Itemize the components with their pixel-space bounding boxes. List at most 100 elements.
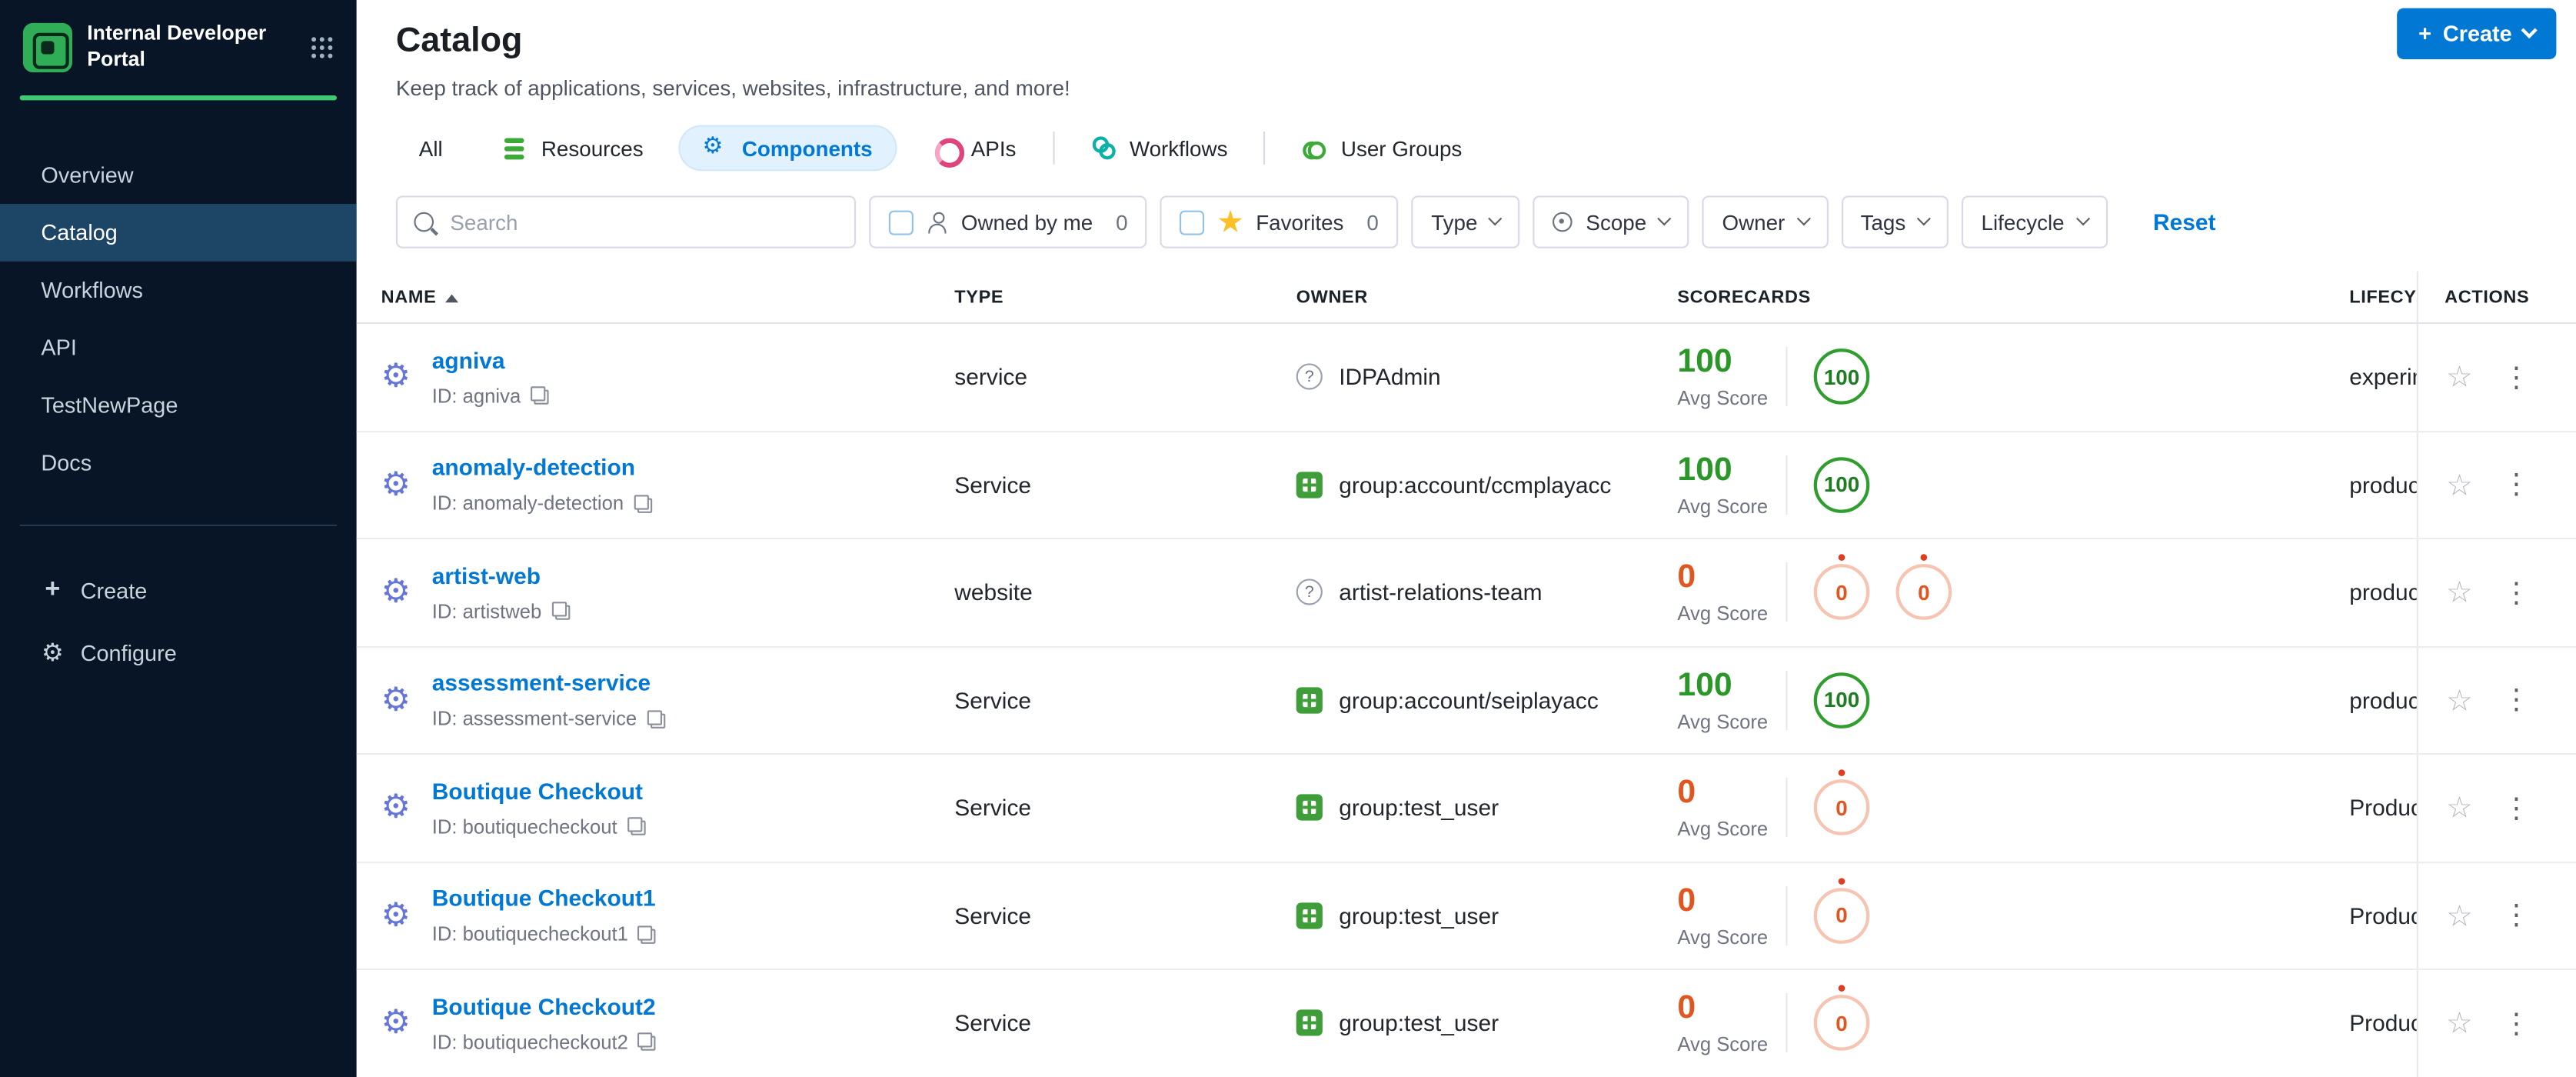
component-name-link[interactable]: Boutique Checkout (432, 777, 643, 803)
favorite-star-icon[interactable]: ☆ (2446, 470, 2472, 499)
tab[interactable]: APIs (909, 127, 1040, 170)
name-block: artist-web ID: artistweb (431, 562, 570, 623)
kebab-menu-icon[interactable]: ⋮ (2502, 686, 2530, 714)
component-name-link[interactable]: artist-web (432, 562, 541, 588)
sidebar-item[interactable]: TestNewPage (0, 377, 357, 435)
component-name-link[interactable]: anomaly-detection (432, 454, 635, 480)
avg-score-block: 100 Avg Score (1677, 667, 1779, 732)
tab[interactable] (1263, 131, 1266, 165)
create-button-label: Create (2442, 21, 2512, 46)
sidebar-configure-button[interactable]: ⚙ Configure (0, 622, 357, 684)
column-header-scorecards[interactable]: SCORECARDS (1677, 272, 2349, 322)
filter-dropdown[interactable]: Scope (1533, 195, 1689, 248)
sidebar-configure-label: Configure (80, 641, 177, 666)
main-content: Catalog Keep track of applications, serv… (356, 0, 2576, 1077)
scorecards-cell: 0 Avg Score 0 (1677, 877, 2349, 949)
score-divider (1786, 885, 1788, 945)
apps-grid-icon[interactable] (311, 35, 334, 58)
reset-filters-button[interactable]: Reset (2143, 207, 2225, 236)
plus-icon: + (2418, 21, 2431, 46)
favorite-star-icon[interactable]: ☆ (2446, 362, 2472, 392)
copy-icon[interactable] (551, 602, 570, 621)
tab[interactable]: All (396, 128, 466, 168)
copy-icon[interactable] (647, 709, 665, 729)
avg-score-block: 0 Avg Score (1677, 882, 1779, 948)
alert-dot (1838, 554, 1845, 562)
owner-icon (1296, 363, 1323, 391)
column-header-name[interactable]: NAME (381, 272, 955, 322)
component-name-link[interactable]: Boutique Checkout1 (432, 885, 656, 911)
brand-underline (19, 95, 337, 101)
component-name-link[interactable]: agniva (432, 346, 505, 372)
component-id: ID: assessment-service (431, 707, 637, 731)
tab[interactable]: User Groups (1279, 127, 1486, 170)
owned-by-me-filter[interactable]: Owned by me 0 (869, 195, 1148, 248)
person-icon (927, 211, 948, 233)
kebab-menu-icon[interactable]: ⋮ (2502, 471, 2530, 498)
favorites-checkbox[interactable] (1180, 209, 1205, 235)
avg-score-label: Avg Score (1677, 602, 1769, 625)
sidebar-item[interactable]: API (0, 319, 357, 377)
owner-name: group:test_user (1339, 1009, 1499, 1037)
copy-icon[interactable] (627, 817, 645, 836)
favorite-star-icon[interactable]: ☆ (2446, 901, 2472, 930)
sidebar-item[interactable]: Catalog (0, 204, 357, 262)
copy-icon[interactable] (531, 386, 549, 405)
score-badge: 0 (1813, 769, 1870, 836)
type-cell: Service (954, 794, 1032, 822)
copy-icon[interactable] (637, 925, 657, 944)
search-input[interactable] (447, 208, 838, 236)
component-id: ID: artistweb (431, 599, 542, 623)
favorite-star-icon[interactable]: ☆ (2446, 578, 2472, 607)
page-title: Catalog (395, 21, 523, 59)
copy-icon[interactable] (633, 494, 652, 513)
actions-cell: ☆ ⋮ (2416, 755, 2576, 861)
tab[interactable] (1052, 131, 1054, 165)
favorites-count: 0 (1366, 209, 1379, 235)
sidebar-create-button[interactable]: + Create (0, 559, 357, 622)
favorite-star-icon[interactable]: ☆ (2446, 793, 2472, 822)
name-cell: ⚙ Boutique Checkout1 ID: boutiquecheckou… (381, 885, 955, 946)
kebab-menu-icon[interactable]: ⋮ (2502, 363, 2530, 391)
scorecards-cell: 0 Avg Score 0 (1677, 769, 2349, 841)
tab[interactable]: Resources (479, 127, 667, 170)
sidebar-item[interactable]: Workflows (0, 262, 357, 319)
kebab-menu-icon[interactable]: ⋮ (2502, 1009, 2530, 1037)
favorite-star-icon[interactable]: ☆ (2446, 685, 2472, 715)
sort-asc-icon (444, 293, 458, 302)
filter-dropdown[interactable]: Tags (1840, 195, 1949, 248)
table-row: ⚙ Boutique Checkout1 ID: boutiquecheckou… (356, 862, 2576, 971)
filter-dropdown-label: Tags (1860, 209, 1906, 235)
favorite-star-icon[interactable]: ☆ (2446, 1009, 2472, 1038)
avg-score-value: 100 (1677, 344, 1732, 381)
owned-by-me-checkbox[interactable] (888, 209, 914, 235)
filter-dropdown[interactable]: Lifecycle (1961, 195, 2108, 248)
sidebar-item-label: Docs (41, 451, 92, 476)
sidebar-item[interactable]: Docs (0, 435, 357, 492)
score-badge: 100 (1813, 348, 1870, 405)
kebab-menu-icon[interactable]: ⋮ (2502, 794, 2530, 822)
lifecycle-cell: Produc (2349, 1009, 2417, 1037)
filter-dropdown[interactable]: Owner (1702, 195, 1828, 248)
column-header-type[interactable]: TYPE (954, 272, 1296, 322)
kebab-menu-icon[interactable]: ⋮ (2502, 579, 2530, 606)
filter-dropdown-label: Lifecycle (1981, 209, 2065, 235)
owner-icon (1296, 1009, 1323, 1037)
tab[interactable]: Components (679, 126, 896, 170)
filter-dropdown[interactable]: Type (1411, 195, 1520, 248)
favorites-filter[interactable]: Favorites 0 (1160, 195, 1399, 248)
avg-score-label: Avg Score (1677, 709, 1769, 733)
sidebar-item[interactable]: Overview (0, 147, 357, 205)
column-header-lifecycle[interactable]: LIFECYC (2349, 272, 2417, 322)
component-name-link[interactable]: assessment-service (432, 669, 651, 695)
copy-icon[interactable] (637, 1032, 657, 1052)
kebab-menu-icon[interactable]: ⋮ (2502, 902, 2530, 929)
component-name-link[interactable]: Boutique Checkout2 (432, 992, 656, 1019)
brand: Internal Developer Portal (0, 0, 357, 92)
create-button[interactable]: + Create (2397, 8, 2557, 59)
type-cell: service (954, 363, 1028, 391)
score-divider (1786, 455, 1788, 515)
tab[interactable]: Workflows (1067, 127, 1251, 170)
component-id-line: ID: boutiquecheckout (432, 815, 645, 839)
column-header-owner[interactable]: OWNER (1296, 272, 1678, 322)
